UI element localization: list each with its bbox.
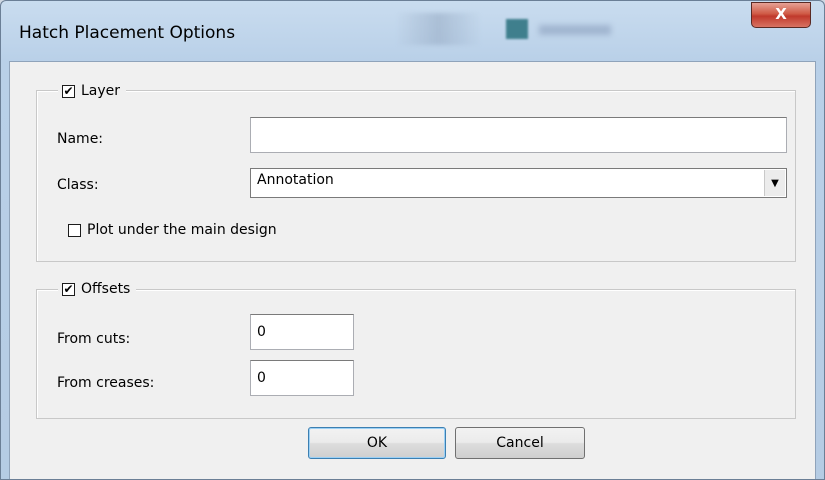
- plot-under-checkbox[interactable]: [68, 223, 81, 237]
- name-field[interactable]: [250, 117, 787, 153]
- from-cuts-field[interactable]: [250, 314, 354, 350]
- background-app-text: [539, 25, 611, 35]
- plot-under-option[interactable]: Plot under the main design: [68, 222, 277, 238]
- layer-checkbox[interactable]: ✔: [62, 84, 75, 98]
- class-label: Class:: [57, 177, 99, 193]
- background-blur: [396, 13, 481, 45]
- class-dropdown-value: Annotation: [257, 172, 334, 188]
- class-dropdown[interactable]: Annotation ▼: [250, 168, 787, 198]
- dropdown-arrow-icon[interactable]: ▼: [764, 170, 785, 196]
- cancel-button[interactable]: Cancel: [455, 427, 585, 459]
- layer-checkbox-label: Layer: [81, 83, 121, 99]
- offsets-group-legend: ✔ Offsets: [58, 279, 137, 299]
- ok-button[interactable]: OK: [308, 427, 446, 459]
- offsets-checkbox-label: Offsets: [81, 281, 131, 297]
- check-icon: ✔: [63, 282, 74, 296]
- close-icon: X: [775, 5, 787, 23]
- name-label: Name:: [57, 131, 104, 147]
- close-button[interactable]: X: [751, 2, 811, 28]
- layer-group-legend: ✔ Layer: [58, 81, 127, 101]
- dialog-window: Hatch Placement Options X ✔ Layer Name: …: [0, 0, 825, 480]
- title-bar[interactable]: Hatch Placement Options X: [1, 1, 824, 61]
- window-title: Hatch Placement Options: [19, 23, 236, 43]
- check-icon: ✔: [63, 84, 74, 98]
- background-app-icon: [506, 19, 528, 39]
- from-creases-label: From creases:: [57, 375, 155, 391]
- offsets-checkbox[interactable]: ✔: [62, 282, 75, 296]
- from-creases-field[interactable]: [250, 360, 354, 396]
- dialog-client-area: ✔ Layer Name: Class: Annotation ▼ Plot u…: [9, 61, 816, 479]
- plot-under-label: Plot under the main design: [87, 222, 277, 238]
- from-cuts-label: From cuts:: [57, 331, 131, 347]
- offsets-group: [36, 289, 796, 419]
